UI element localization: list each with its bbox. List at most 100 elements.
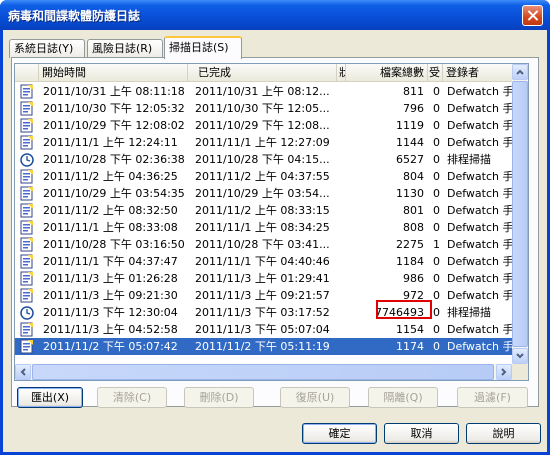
highlight-box bbox=[376, 300, 432, 319]
scan-log-icon bbox=[20, 288, 34, 303]
cell-status bbox=[337, 202, 346, 219]
table-row[interactable]: 2011/11/3 上午 09:21:30 2011/11/3 上午 09:21:… bbox=[15, 287, 512, 304]
cell-start: 2011/11/2 下午 05:07:42 bbox=[43, 340, 178, 353]
table-row[interactable]: 2011/11/1 下午 04:37:47 2011/11/1 下午 04:40:… bbox=[15, 253, 512, 270]
cell-total: 1154 bbox=[396, 323, 424, 336]
column-header-completed[interactable]: 已完成 bbox=[188, 64, 337, 81]
ok-button[interactable]: 確定 bbox=[302, 423, 377, 444]
dialog-window: 病毒和間諜軟體防護日誌 系統日誌(Y) 風險日誌(R) 掃描日誌(S) 開始時間… bbox=[0, 0, 550, 455]
table-row[interactable]: 2011/11/1 上午 12:24:11 2011/11/1 上午 12:27:… bbox=[15, 134, 512, 151]
chevron-up-icon bbox=[516, 69, 524, 75]
scan-log-icon bbox=[20, 322, 34, 337]
cell-completed: 2011/10/31 上午 08:12... bbox=[195, 85, 330, 98]
cell-start: 2011/11/2 上午 04:36:25 bbox=[43, 170, 178, 183]
scroll-up-button[interactable] bbox=[512, 64, 528, 80]
table-row[interactable]: 2011/10/28 下午 03:16:50 2011/10/28 下午 03:4… bbox=[15, 236, 512, 253]
cell-status bbox=[337, 100, 346, 117]
filter-button[interactable]: 過濾(F) bbox=[457, 387, 528, 408]
table-row[interactable]: 2011/11/2 下午 05:07:42 2011/11/2 下午 05:11:… bbox=[15, 338, 512, 355]
scan-log-icon bbox=[20, 220, 34, 235]
table-row[interactable]: 2011/11/1 上午 08:33:08 2011/11/1 上午 08:34:… bbox=[15, 219, 512, 236]
cell-status bbox=[337, 236, 346, 253]
tab-scan-log[interactable]: 掃描日誌(S) bbox=[164, 36, 242, 59]
column-header-icon[interactable] bbox=[15, 64, 39, 81]
cancel-button[interactable]: 取消 bbox=[384, 423, 459, 444]
cell-completed: 2011/10/28 下午 04:15... bbox=[195, 153, 330, 166]
scroll-left-button[interactable] bbox=[15, 364, 31, 380]
title-bar[interactable]: 病毒和間諜軟體防護日誌 bbox=[0, 0, 550, 30]
cell-completed: 2011/11/1 下午 04:40:46 bbox=[195, 255, 330, 268]
cell-by: Defwatch 手 bbox=[447, 170, 512, 183]
clear-button[interactable]: 清除(C) bbox=[97, 387, 167, 408]
export-button[interactable]: 匯出(X) bbox=[17, 387, 83, 408]
cell-total: 1144 bbox=[396, 136, 424, 149]
cell-affected: 0 bbox=[433, 221, 440, 234]
cell-total: 6527 bbox=[396, 153, 424, 166]
scroll-right-button[interactable] bbox=[496, 364, 512, 380]
cell-completed: 2011/11/3 下午 03:17:52 bbox=[195, 306, 330, 319]
cell-start: 2011/10/28 下午 02:36:38 bbox=[43, 153, 185, 166]
cell-affected: 0 bbox=[433, 102, 440, 115]
cell-by: Defwatch 手 bbox=[447, 119, 512, 132]
cell-status bbox=[337, 321, 346, 338]
tab-risk-log[interactable]: 風險日誌(R) bbox=[87, 39, 163, 58]
horizontal-scrollbar[interactable] bbox=[15, 364, 512, 380]
cell-affected: 0 bbox=[433, 187, 440, 200]
delete-button[interactable]: 刪除(D) bbox=[184, 387, 254, 408]
table-row[interactable]: 2011/11/3 下午 12:30:04 2011/11/3 下午 03:17:… bbox=[15, 304, 512, 321]
scan-log-icon bbox=[20, 169, 34, 184]
cell-total: 986 bbox=[403, 272, 424, 285]
cell-affected: 0 bbox=[433, 204, 440, 217]
table-row[interactable]: 2011/10/29 上午 03:54:35 2011/10/29 上午 03:5… bbox=[15, 185, 512, 202]
quarantine-button[interactable]: 隔離(Q) bbox=[368, 387, 438, 408]
cell-total: 808 bbox=[403, 221, 424, 234]
scan-log-icon bbox=[20, 271, 34, 286]
scan-log-icon bbox=[20, 84, 34, 99]
table-row[interactable]: 2011/10/29 下午 12:08:02 2011/10/29 下午 12:0… bbox=[15, 117, 512, 134]
cell-start: 2011/11/1 上午 08:33:08 bbox=[43, 221, 178, 234]
restore-button[interactable]: 復原(U) bbox=[280, 387, 350, 408]
table-row[interactable]: 2011/11/2 上午 08:32:50 2011/11/2 上午 08:33:… bbox=[15, 202, 512, 219]
scroll-thumb[interactable] bbox=[512, 81, 528, 347]
column-header-start-time[interactable]: 開始時間 bbox=[39, 64, 188, 81]
list-header: 開始時間 已完成 狀 檔案總數 受 登錄者 bbox=[15, 64, 512, 82]
vertical-scrollbar[interactable] bbox=[512, 64, 528, 364]
cell-total: 1174 bbox=[396, 340, 424, 353]
cell-start: 2011/11/3 上午 04:52:58 bbox=[43, 323, 178, 336]
help-button[interactable]: 說明 bbox=[466, 423, 541, 444]
tab-system-log[interactable]: 系統日誌(Y) bbox=[9, 39, 85, 58]
scan-log-icon bbox=[20, 135, 34, 150]
column-header-logged-by[interactable]: 登錄者 bbox=[443, 64, 512, 81]
table-row[interactable]: 2011/11/3 上午 01:26:28 2011/11/3 上午 01:29:… bbox=[15, 270, 512, 287]
column-header-affected[interactable]: 受 bbox=[428, 64, 443, 81]
cell-status bbox=[337, 168, 346, 185]
table-row[interactable]: 2011/11/3 上午 04:52:58 2011/11/3 下午 05:07:… bbox=[15, 321, 512, 338]
cell-total: 811 bbox=[403, 85, 424, 98]
cell-completed: 2011/10/29 下午 12:08... bbox=[195, 119, 330, 132]
cell-start: 2011/10/29 下午 12:08:02 bbox=[43, 119, 185, 132]
table-row[interactable]: 2011/10/30 下午 12:05:32 2011/10/30 下午 12:0… bbox=[15, 100, 512, 117]
horizontal-scroll-thumb[interactable] bbox=[32, 364, 494, 380]
cell-by: 排程掃描 bbox=[447, 153, 491, 166]
table-row[interactable]: 2011/11/2 上午 04:36:25 2011/11/2 上午 04:37:… bbox=[15, 168, 512, 185]
cell-by: Defwatch 手 bbox=[447, 187, 512, 200]
cell-affected: 0 bbox=[433, 85, 440, 98]
scroll-down-button[interactable] bbox=[512, 348, 528, 364]
table-row[interactable]: 2011/10/28 下午 02:36:38 2011/10/28 下午 04:1… bbox=[15, 151, 512, 168]
scan-log-list[interactable]: 開始時間 已完成 狀 檔案總數 受 登錄者 2011/10/31 上午 08:1… bbox=[14, 63, 529, 381]
cell-total: 801 bbox=[403, 204, 424, 217]
cell-start: 2011/11/3 下午 12:30:04 bbox=[43, 306, 178, 319]
cell-total: 2275 bbox=[396, 238, 424, 251]
close-button[interactable] bbox=[522, 5, 543, 26]
cell-completed: 2011/11/1 上午 12:27:09 bbox=[195, 136, 330, 149]
cell-by: Defwatch 手 bbox=[447, 85, 512, 98]
cell-completed: 2011/11/2 下午 05:11:19 bbox=[195, 340, 330, 353]
cell-affected: 0 bbox=[433, 323, 440, 336]
cell-status bbox=[337, 304, 346, 321]
table-row[interactable]: 2011/10/31 上午 08:11:18 2011/10/31 上午 08:1… bbox=[15, 83, 512, 100]
column-header-total-files[interactable]: 檔案總數 bbox=[346, 64, 428, 81]
cell-total: 1130 bbox=[396, 187, 424, 200]
cell-affected: 0 bbox=[433, 255, 440, 268]
cell-completed: 2011/11/3 上午 01:29:41 bbox=[195, 272, 330, 285]
column-header-status[interactable]: 狀 bbox=[337, 64, 346, 81]
